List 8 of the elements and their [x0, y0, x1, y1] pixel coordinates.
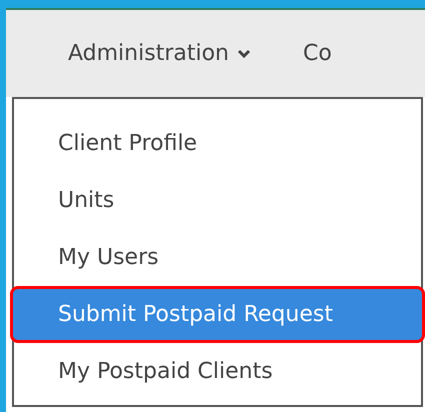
chevron-down-icon — [236, 48, 251, 58]
nav-menu-link[interactable]: Co — [302, 37, 332, 70]
menu-item[interactable]: Client Profile — [14, 115, 421, 172]
menu-item[interactable]: My Postpaid Clients — [14, 343, 421, 400]
menu-item[interactable]: My Users — [14, 229, 421, 286]
menu-item[interactable]: Submit Postpaid Request — [10, 286, 425, 343]
menu-item[interactable]: Units — [14, 172, 421, 229]
nav-menu-link[interactable]: Administration — [68, 37, 251, 70]
